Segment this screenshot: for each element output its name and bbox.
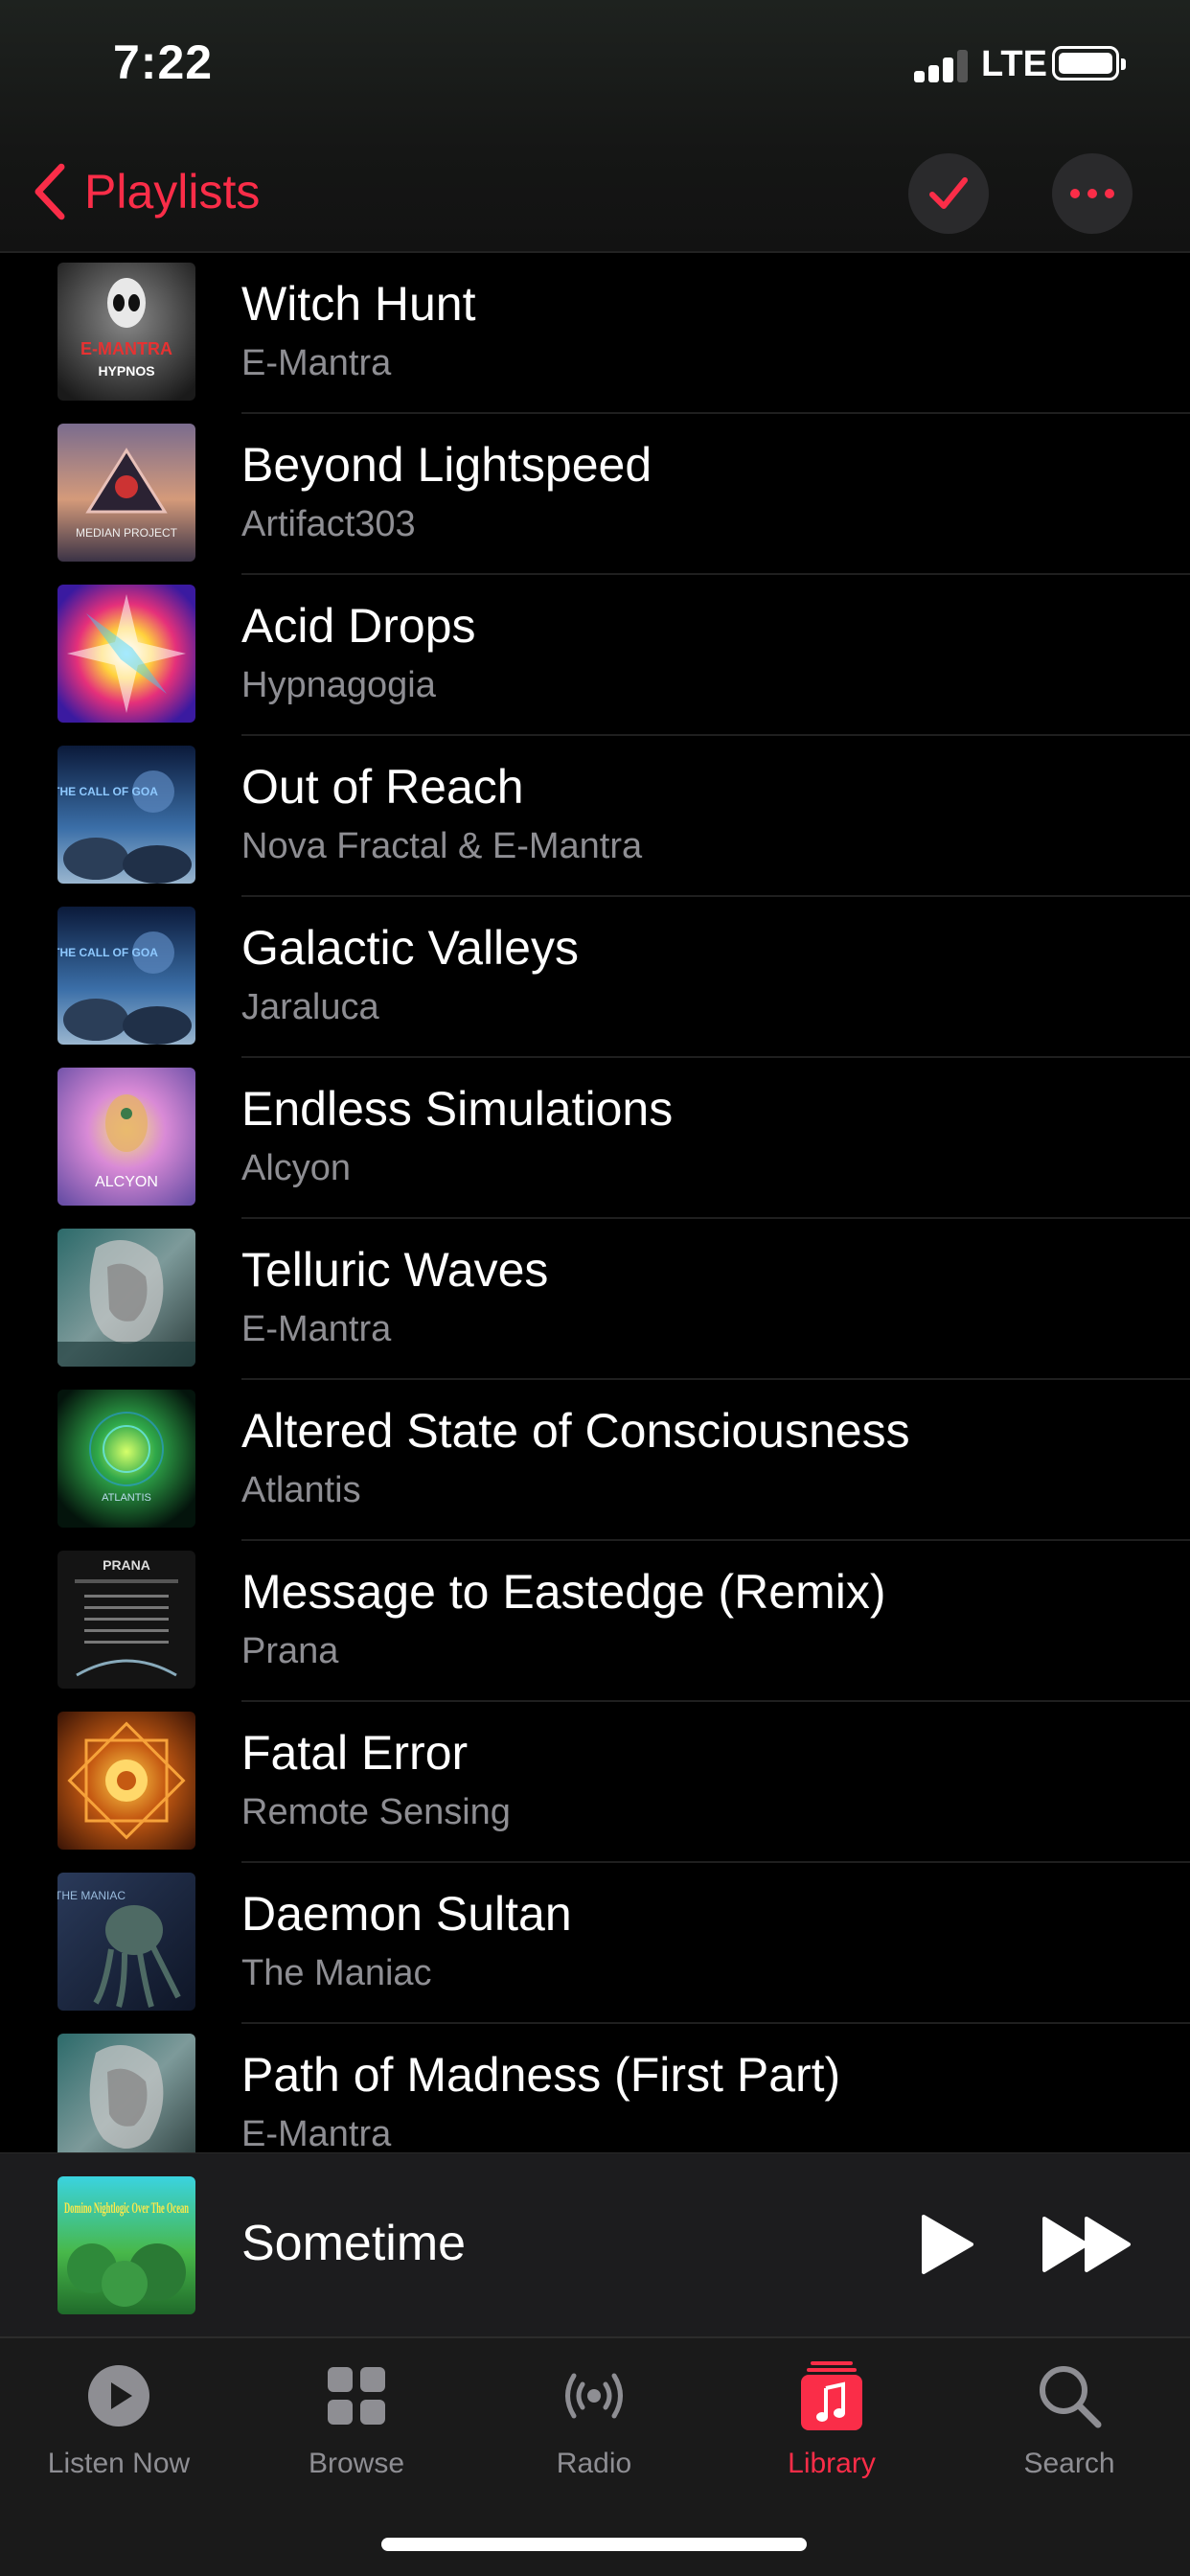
song-row[interactable]: Fatal Error Remote Sensing bbox=[0, 1702, 1190, 1863]
song-artist: E-Mantra bbox=[241, 1309, 392, 1349]
battery-icon bbox=[1052, 46, 1126, 80]
tab-label: Radio bbox=[556, 2448, 632, 2479]
song-title: Fatal Error bbox=[241, 1726, 469, 1780]
status-time: 7:22 bbox=[113, 35, 214, 89]
song-artist: Remote Sensing bbox=[241, 1792, 511, 1832]
home-indicator[interactable] bbox=[381, 2538, 807, 2551]
artwork-text: Domino Nightlogic Over The Ocean bbox=[64, 2200, 189, 2217]
song-row[interactable]: MEDIAN PROJECT Beyond Lightspeed Artifac… bbox=[0, 414, 1190, 575]
ellipsis-icon bbox=[1070, 189, 1114, 198]
artwork-text: THE MANIAC bbox=[57, 1889, 126, 1902]
artwork-text: ALCYON bbox=[95, 1174, 158, 1190]
tab-library[interactable]: Library bbox=[713, 2359, 950, 2503]
navigation-bar: Playlists bbox=[0, 134, 1190, 253]
song-row[interactable]: Telluric Waves E-Mantra bbox=[0, 1219, 1190, 1380]
select-button[interactable] bbox=[908, 153, 989, 234]
tab-label: Listen Now bbox=[47, 2448, 191, 2479]
checkmark-icon bbox=[929, 177, 968, 209]
magnifier-icon bbox=[1040, 2366, 1102, 2428]
song-title: Galactic Valleys bbox=[241, 921, 579, 975]
tab-search[interactable]: Search bbox=[950, 2359, 1188, 2503]
album-artwork: E-MANTRA HYPNOS bbox=[57, 263, 195, 401]
album-artwork: PRANA bbox=[57, 1551, 195, 1689]
song-row[interactable]: THE MANIAC Daemon Sultan The Maniac bbox=[0, 1863, 1190, 2024]
song-artist: Artifact303 bbox=[241, 504, 416, 544]
song-artist: Atlantis bbox=[241, 1470, 361, 1510]
song-title: Daemon Sultan bbox=[241, 1887, 572, 1941]
song-title: Beyond Lightspeed bbox=[241, 438, 652, 492]
back-label: Playlists bbox=[84, 165, 261, 218]
play-icon[interactable] bbox=[912, 2211, 979, 2278]
song-row[interactable]: ATLANTIS Altered State of Consciousness … bbox=[0, 1380, 1190, 1541]
artwork-text: PRANA bbox=[103, 1557, 150, 1573]
song-list: E-MANTRA HYPNOS Witch Hunt E-Mantra MEDI… bbox=[0, 253, 1190, 2152]
song-row[interactable]: ALCYON Endless Simulations Alcyon bbox=[0, 1058, 1190, 1219]
play-circle-icon bbox=[88, 2365, 149, 2426]
artwork-text: THE CALL OF GOA bbox=[57, 946, 158, 959]
artwork-text: THE CALL OF GOA bbox=[57, 785, 158, 798]
tab-label: Search bbox=[1023, 2448, 1115, 2479]
song-row[interactable]: PRANA Message to Eastedge (Remix) Prana bbox=[0, 1541, 1190, 1702]
song-artist: Prana bbox=[241, 1631, 339, 1671]
song-artist: Nova Fractal & E-Mantra bbox=[241, 826, 643, 866]
album-artwork: MEDIAN PROJECT bbox=[57, 424, 195, 562]
song-row[interactable]: THE CALL OF GOA Out of Reach Nova Fracta… bbox=[0, 736, 1190, 897]
network-type: LTE bbox=[981, 44, 1047, 84]
radio-waves-icon bbox=[565, 2373, 623, 2419]
tab-label: Browse bbox=[308, 2448, 405, 2479]
chevron-left-icon bbox=[34, 163, 65, 220]
status-bar: 7:22 LTE bbox=[0, 0, 1190, 134]
artwork-text: HYPNOS bbox=[98, 363, 154, 379]
song-title: Endless Simulations bbox=[241, 1082, 674, 1136]
album-artwork bbox=[57, 1712, 195, 1850]
cellular-signal-icon bbox=[914, 50, 968, 82]
song-title: Telluric Waves bbox=[241, 1243, 549, 1297]
song-artist: E-Mantra bbox=[241, 343, 392, 383]
song-title: Message to Eastedge (Remix) bbox=[241, 1565, 886, 1619]
song-artist: Alcyon bbox=[241, 1148, 352, 1188]
album-artwork: THE CALL OF GOA bbox=[57, 746, 195, 884]
back-button[interactable]: Playlists bbox=[29, 155, 260, 228]
artwork-text: ATLANTIS bbox=[102, 1492, 151, 1504]
mini-player[interactable]: Domino Nightlogic Over The Ocean Sometim… bbox=[0, 2152, 1190, 2336]
song-row[interactable]: THE CALL OF GOA Galactic Valleys Jaraluc… bbox=[0, 897, 1190, 1058]
album-artwork: THE MANIAC bbox=[57, 1873, 195, 2011]
tab-radio[interactable]: Radio bbox=[475, 2359, 713, 2503]
tab-listen-now[interactable]: Listen Now bbox=[0, 2359, 238, 2503]
song-row[interactable]: Acid Drops Hypnagogia bbox=[0, 575, 1190, 736]
song-artist: E-Mantra bbox=[241, 2114, 392, 2152]
album-artwork bbox=[57, 1229, 195, 1367]
album-artwork: ALCYON bbox=[57, 1068, 195, 1206]
grid-icon bbox=[328, 2367, 385, 2425]
song-title: Altered State of Consciousness bbox=[241, 1404, 910, 1458]
artwork-text: E-MANTRA bbox=[80, 339, 172, 358]
song-artist: The Maniac bbox=[241, 1953, 432, 1993]
song-title: Path of Madness (First Part) bbox=[241, 2048, 841, 2102]
album-artwork: ATLANTIS bbox=[57, 1390, 195, 1528]
song-row[interactable]: Path of Madness (First Part) E-Mantra bbox=[0, 2024, 1190, 2152]
album-artwork bbox=[57, 585, 195, 723]
song-artist: Hypnagogia bbox=[241, 665, 436, 705]
now-playing-title: Sometime bbox=[241, 2216, 467, 2271]
tab-browse[interactable]: Browse bbox=[238, 2359, 475, 2503]
song-row[interactable]: E-MANTRA HYPNOS Witch Hunt E-Mantra bbox=[0, 253, 1190, 414]
song-artist: Jaraluca bbox=[241, 987, 379, 1027]
album-artwork: THE CALL OF GOA bbox=[57, 907, 195, 1045]
album-artwork bbox=[57, 2034, 195, 2152]
song-title: Witch Hunt bbox=[241, 277, 476, 331]
song-title: Out of Reach bbox=[241, 760, 524, 814]
artwork-text: MEDIAN PROJECT bbox=[76, 526, 178, 540]
fast-forward-icon[interactable] bbox=[1041, 2215, 1134, 2274]
now-playing-artwork: Domino Nightlogic Over The Ocean bbox=[57, 2176, 195, 2314]
more-options-button[interactable] bbox=[1052, 153, 1133, 234]
tab-label: Library bbox=[788, 2448, 876, 2479]
music-note-icon bbox=[801, 2361, 862, 2430]
song-title: Acid Drops bbox=[241, 599, 476, 653]
